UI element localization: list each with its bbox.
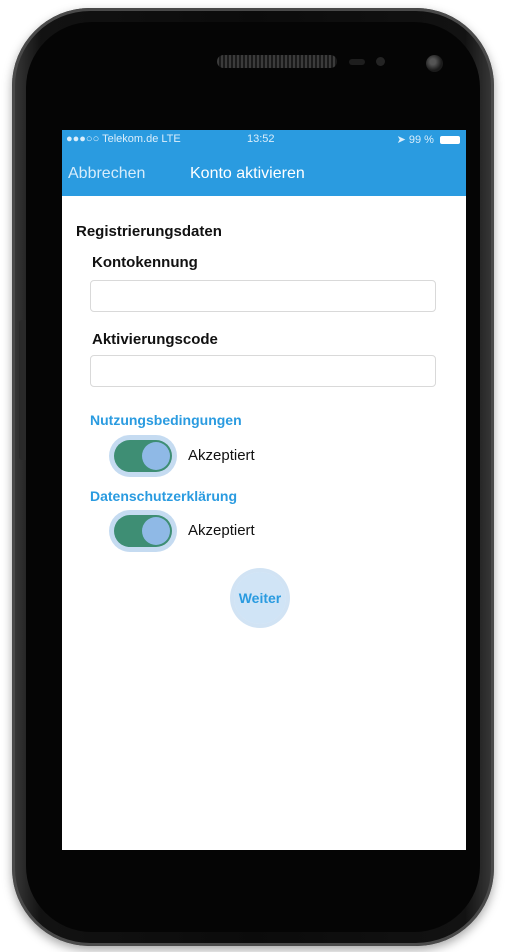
activation-code-label: Aktivierungscode xyxy=(92,331,218,348)
terms-link[interactable]: Nutzungsbedingungen xyxy=(90,412,242,428)
light-sensor xyxy=(376,57,385,66)
continue-button-label: Weiter xyxy=(238,590,282,606)
toggle-knob xyxy=(142,442,170,470)
navigation-bar: Abbrechen Konto aktivieren xyxy=(62,150,466,196)
privacy-accepted-label: Akzeptiert xyxy=(188,522,255,539)
toggle-knob xyxy=(142,517,170,545)
privacy-toggle[interactable] xyxy=(114,515,172,547)
account-id-input[interactable] xyxy=(90,280,436,312)
status-bar: ●●●○○ Telekom.de LTE 13:52 ➤ 99 % xyxy=(62,130,466,150)
front-camera-icon xyxy=(426,55,443,72)
page-title: Konto aktivieren xyxy=(190,165,305,182)
battery-percentage: 99 % xyxy=(408,134,434,146)
carrier-label: ●●●○○ Telekom.de LTE xyxy=(66,133,181,145)
battery-icon xyxy=(440,136,460,145)
account-id-label: Kontokennung xyxy=(92,254,198,271)
status-right: ➤ 99 % xyxy=(397,133,460,146)
continue-button[interactable]: Weiter xyxy=(234,572,286,624)
activation-code-input[interactable] xyxy=(90,355,436,387)
location-arrow-icon: ➤ xyxy=(396,134,406,146)
terms-accepted-label: Akzeptiert xyxy=(188,447,255,464)
section-title: Registrierungsdaten xyxy=(76,223,222,240)
privacy-link[interactable]: Datenschutzerklärung xyxy=(90,488,237,504)
volume-button xyxy=(19,320,26,460)
terms-toggle[interactable] xyxy=(114,440,172,472)
app-screen: ●●●○○ Telekom.de LTE 13:52 ➤ 99 % Abbrec… xyxy=(62,130,466,850)
earpiece-speaker xyxy=(217,55,337,68)
cancel-button[interactable]: Abbrechen xyxy=(68,165,145,183)
proximity-sensor xyxy=(349,59,365,65)
status-time: 13:52 xyxy=(247,133,275,145)
